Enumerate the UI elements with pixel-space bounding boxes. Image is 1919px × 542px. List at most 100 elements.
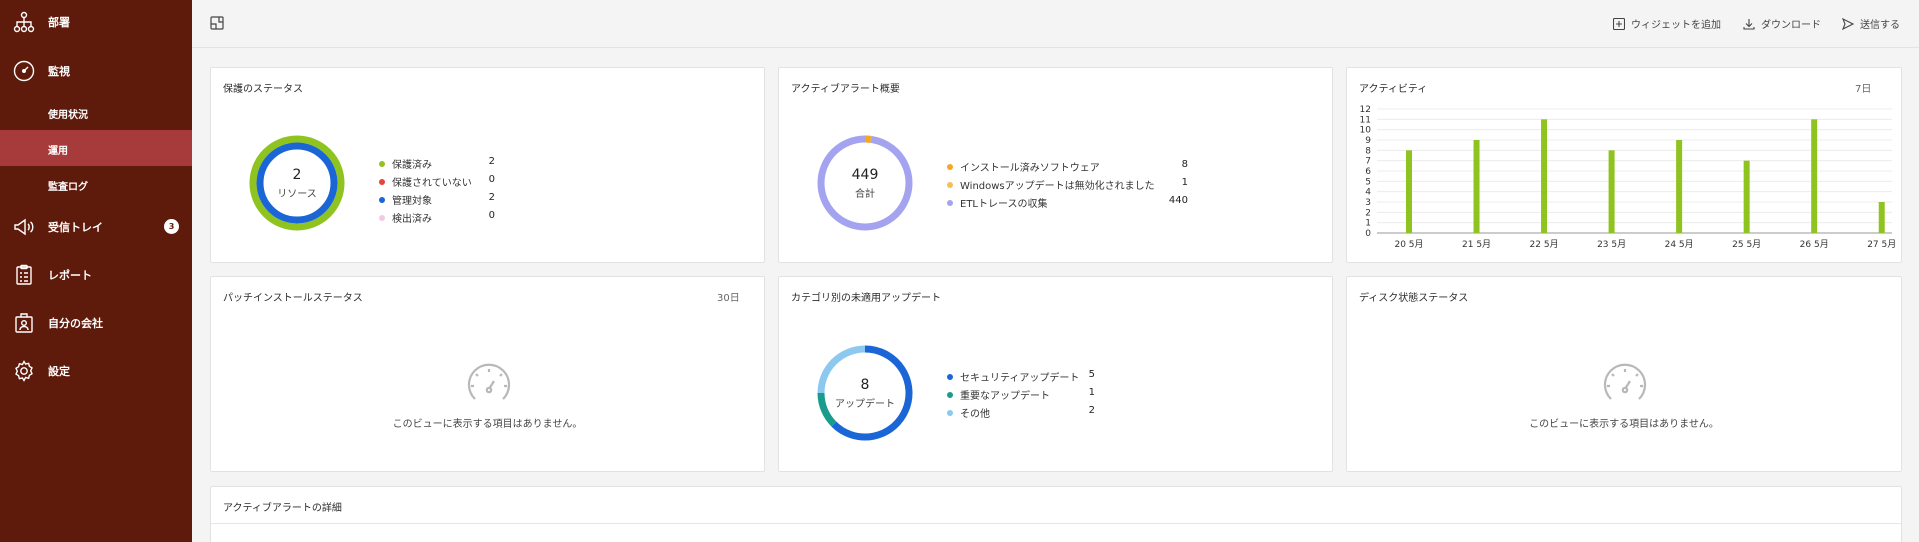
activity-bar[interactable] <box>1676 140 1683 233</box>
legend-value: 2 <box>1088 405 1095 416</box>
legend-dot <box>379 178 385 185</box>
y-tick-label: 4 <box>1365 188 1371 198</box>
protection-status-widget: 保護のステータス 2 リソース 保護済み 保護されていない 管理対象 検出済み … <box>210 67 765 263</box>
disk-status-widget: ディスク状態ステータス このビューに表示する項目はありません。 <box>1346 276 1902 472</box>
legend-item: ETLトレースの収集 <box>947 195 1048 210</box>
alerts-donut-center: 449 合計 <box>815 167 915 200</box>
sidebar-item-label: 部署 <box>48 16 70 29</box>
widget-title: アクティブアラートの詳細 <box>223 503 342 514</box>
legend-item: 管理対象 <box>379 192 432 207</box>
activity-bar[interactable] <box>1541 119 1548 233</box>
alerts-total-value: 449 <box>851 167 879 183</box>
empty-gauge-icon <box>467 363 511 400</box>
sidebar-item-deploy[interactable]: 部署 <box>0 10 192 34</box>
sidebar-item-label: 設定 <box>48 365 70 378</box>
activity-bar[interactable] <box>1878 202 1885 233</box>
patch-period[interactable]: 30日 <box>717 289 740 304</box>
activity-bar-chart: 012345678910111220 5月 21 5月 22 5月 23 5月 24 5… <box>1360 105 1897 250</box>
download-label: ダウンロード <box>1761 20 1821 31</box>
sidebar-item-label: 監視 <box>48 65 70 78</box>
legend-dot <box>947 199 953 206</box>
legend-label: ETLトレースの収集 <box>960 199 1048 210</box>
activity-bar[interactable] <box>1811 119 1818 233</box>
y-tick-label: 9 <box>1365 136 1371 146</box>
sidebar-item-label: 受信トレイ <box>48 221 103 234</box>
sidebar-item-monitor[interactable]: 監視 <box>0 59 192 83</box>
activity-bar[interactable] <box>1743 160 1750 233</box>
sidebar-item-label: レポート <box>48 269 92 282</box>
legend-item: セキュリティアップデート <box>947 369 1079 384</box>
sidebar-item-label: 自分の会社 <box>48 317 103 330</box>
legend-item: 重要なアップデート <box>947 387 1050 402</box>
legend-label: 保護されていない <box>392 178 472 189</box>
megaphone-icon <box>14 218 34 236</box>
legend-item: 保護済み <box>379 156 432 171</box>
inbox-count-badge: 3 <box>164 219 179 234</box>
legend-dot <box>947 409 953 416</box>
gear-icon <box>15 360 33 382</box>
org-chart-icon <box>13 11 35 33</box>
legend-dot <box>947 163 953 170</box>
legend-value: 5 <box>1088 369 1095 380</box>
x-tick-label: 24 5月 <box>1665 239 1694 250</box>
legend-label: 保護済み <box>392 160 432 171</box>
activity-bar[interactable] <box>1608 150 1615 233</box>
sidebar-subitem-label: 監査ログ <box>48 182 88 193</box>
legend-dot <box>947 391 953 398</box>
sidebar-item-company[interactable]: 自分の会社 <box>0 311 192 335</box>
legend-dot <box>379 196 385 203</box>
legend-value: 8 <box>1181 159 1188 170</box>
legend-label: Windowsアップデートは無効化されました <box>960 181 1155 192</box>
widget-title: 保護のステータス <box>223 84 303 95</box>
x-tick-label: 26 5月 <box>1800 239 1829 250</box>
clipboard-icon <box>16 264 32 285</box>
y-tick-label: 12 <box>1360 105 1371 115</box>
legend-label: インストール済みソフトウェア <box>960 163 1100 174</box>
empty-message: このビューに表示する項目はありません。 <box>392 419 583 430</box>
y-tick-label: 8 <box>1365 146 1371 156</box>
legend-label: 重要なアップデート <box>960 391 1050 402</box>
empty-message: このビューに表示する項目はありません。 <box>1529 419 1719 430</box>
y-tick-label: 1 <box>1365 219 1371 229</box>
send-button[interactable]: 送信する <box>1842 16 1900 31</box>
add-box-icon <box>1613 17 1625 30</box>
sidebar-subitem-label: 使用状況 <box>48 110 88 121</box>
y-tick-label: 3 <box>1365 198 1371 208</box>
sidebar-item-inbox[interactable]: 受信トレイ 3 <box>0 215 192 239</box>
legend-dot <box>947 373 953 380</box>
expand-layout-icon[interactable] <box>210 16 224 30</box>
legend-dot <box>379 160 385 167</box>
activity-bar[interactable] <box>1406 150 1412 233</box>
y-tick-label: 0 <box>1365 229 1371 239</box>
sidebar-subitem-operations[interactable]: 運用 <box>0 130 192 166</box>
x-tick-label: 23 5月 <box>1597 239 1626 250</box>
x-tick-label: 20 5月 <box>1394 239 1423 250</box>
x-tick-label: 22 5月 <box>1530 239 1559 250</box>
widget-title: パッチインストールステータス <box>223 293 363 304</box>
send-icon <box>1842 17 1854 30</box>
add-widget-button[interactable]: ウィジェットを追加 <box>1613 16 1721 31</box>
divider <box>211 523 1901 524</box>
legend-label: その他 <box>960 409 990 420</box>
updates-total-value: 8 <box>860 377 870 393</box>
missing-updates-widget: カテゴリ別の未適用アップデート 8 アップデート セキュリティアップデート 重要… <box>778 276 1333 472</box>
download-icon <box>1743 18 1755 30</box>
y-tick-label: 5 <box>1365 177 1371 187</box>
sidebar-subitem-usage[interactable]: 使用状況 <box>0 94 192 130</box>
legend-dot <box>947 181 953 188</box>
sidebar-item-settings[interactable]: 設定 <box>0 359 192 383</box>
legend-value: 1 <box>1181 177 1188 188</box>
y-tick-label: 6 <box>1365 167 1371 177</box>
activity-widget: アクティビティ 7日 0 1 2 3 4 5 6 7 8 9 10 11 12 20 5月 21 5月 22 … <box>1346 67 1902 263</box>
gauge-icon <box>13 60 35 82</box>
y-tick-label: 10 <box>1360 126 1372 136</box>
activity-bar[interactable] <box>1473 140 1480 233</box>
widget-title: アクティブアラート概要 <box>791 84 900 95</box>
empty-gauge-icon <box>1603 363 1647 400</box>
legend-item: 検出済み <box>379 210 432 225</box>
sidebar-item-reports[interactable]: レポート <box>0 263 192 287</box>
protection-total-label: リソース <box>277 189 317 200</box>
active-alert-details-widget: アクティブアラートの詳細 <box>210 486 1902 542</box>
sidebar-subitem-audit-log[interactable]: 監査ログ <box>0 166 192 202</box>
download-button[interactable]: ダウンロード <box>1743 16 1821 31</box>
